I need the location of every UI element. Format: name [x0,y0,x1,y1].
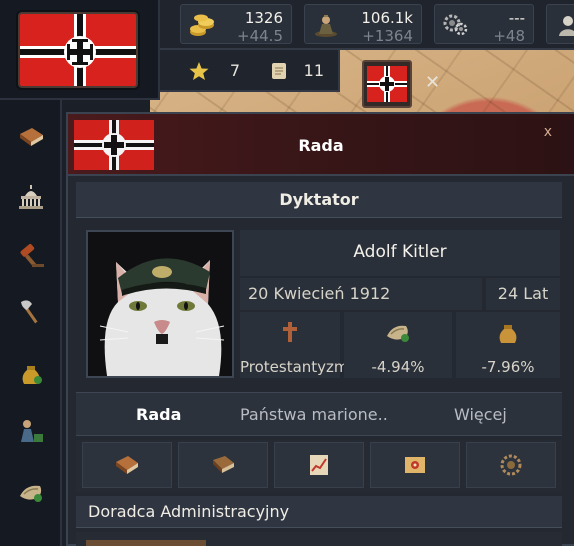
tab-puppet-states[interactable]: Państwa marione.. [240,405,388,424]
economy-value: -7.96% [481,358,535,376]
manpower-resource[interactable]: 106.1k +1364 [304,4,422,45]
ruler-age-box: 24 Lat [486,278,560,310]
gold-resource[interactable]: 1326 +44.5 [180,4,292,45]
ledger-icon [213,456,234,473]
tab-council[interactable]: Rada [136,405,181,424]
gold-value: 1326 [244,9,283,27]
action-map[interactable] [370,442,460,488]
trade-value: -4.94% [371,358,425,376]
advisor-header: Doradca Administracyjny [76,496,562,528]
sidebar-item-book[interactable] [14,120,48,154]
military-icon [21,420,43,442]
scroll-icon [272,63,286,79]
bust-icon [559,16,574,36]
cat-portrait [88,232,232,376]
prestige-value: 7 [229,61,240,80]
sidebar-item-government[interactable] [14,180,48,214]
star-icon [189,62,209,80]
action-ledger[interactable] [178,442,268,488]
capitol-icon [19,185,43,209]
production-resource[interactable]: --- +48 [434,4,534,45]
advisor-label: Doradca Administracyjny [88,502,290,521]
gears-icon [443,14,468,36]
advisor-list [76,532,562,546]
advisor-portrait[interactable] [86,540,206,546]
ruler-name-box: Adolf Kitler [240,230,560,276]
trade-icon [387,325,409,342]
council-panel: Rada x Dyktator Adolf Kitler 20 Kwiecień… [66,112,574,546]
sidebar-item-economy[interactable] [14,356,48,390]
resource-bar: 1326 +44.5 106.1k +1364 --- +48 [160,0,574,50]
sidebar-item-justice[interactable] [14,238,48,272]
action-icon-row [76,440,562,492]
economy-stat[interactable]: -7.96% [456,312,560,378]
trade-icon [20,485,42,502]
secondary-resource-bar: 7 11 [160,50,340,92]
book-icon [116,456,138,474]
ruler-birth-date: 20 Kwiecień 1912 [248,284,391,303]
production-delta: +48 [493,27,525,45]
ruler-birth-box: 20 Kwiecień 1912 [240,278,482,310]
ruler-portrait[interactable] [86,230,234,378]
sidebar-item-trade[interactable] [14,474,48,508]
manpower-icon [315,15,337,37]
map-icon [405,457,425,473]
book-icon [20,128,43,146]
sidebar-item-production[interactable] [14,294,48,328]
selected-country-flag[interactable] [362,60,412,108]
money-bag-icon [22,366,42,384]
religion-value: Protestantyzm [240,358,349,376]
close-button[interactable]: x [544,124,552,140]
council-tabs: Rada Państwa marione.. Więcej [76,392,562,436]
country-flag-panel [0,0,160,100]
money-bag-icon [499,325,517,343]
manpower-value: 106.1k [361,9,413,27]
axe-icon [21,300,38,324]
trade-stat[interactable]: -4.94% [344,312,452,378]
close-selection-button[interactable]: ✕ [425,72,440,93]
section-title: Dyktator [76,182,562,218]
left-sidebar [0,100,62,546]
religion-stat[interactable]: Protestantyzm [240,312,349,378]
gavel-icon [20,244,44,268]
action-settings[interactable] [466,442,556,488]
action-book[interactable] [82,442,172,488]
cross-icon [283,322,297,342]
chart-icon [310,455,328,475]
panel-header: Rada x [68,114,574,176]
action-chart[interactable] [274,442,364,488]
decisions-value: 11 [303,61,324,80]
gold-delta: +44.5 [237,27,283,45]
tab-more[interactable]: Więcej [454,405,507,424]
production-value: --- [508,9,525,27]
sidebar-item-military[interactable] [14,414,48,448]
manpower-delta: +1364 [362,27,413,45]
prestige-resource[interactable]: 7 [184,57,244,85]
ruler-age: 24 Lat [497,284,549,303]
gold-coins-icon [190,14,214,36]
ruler-resource[interactable] [546,4,574,44]
ruler-name: Adolf Kitler [353,242,447,262]
country-flag[interactable] [18,12,138,88]
gear-icon [500,454,522,476]
panel-title: Rada [298,136,344,155]
decisions-resource[interactable]: 11 [264,57,328,85]
